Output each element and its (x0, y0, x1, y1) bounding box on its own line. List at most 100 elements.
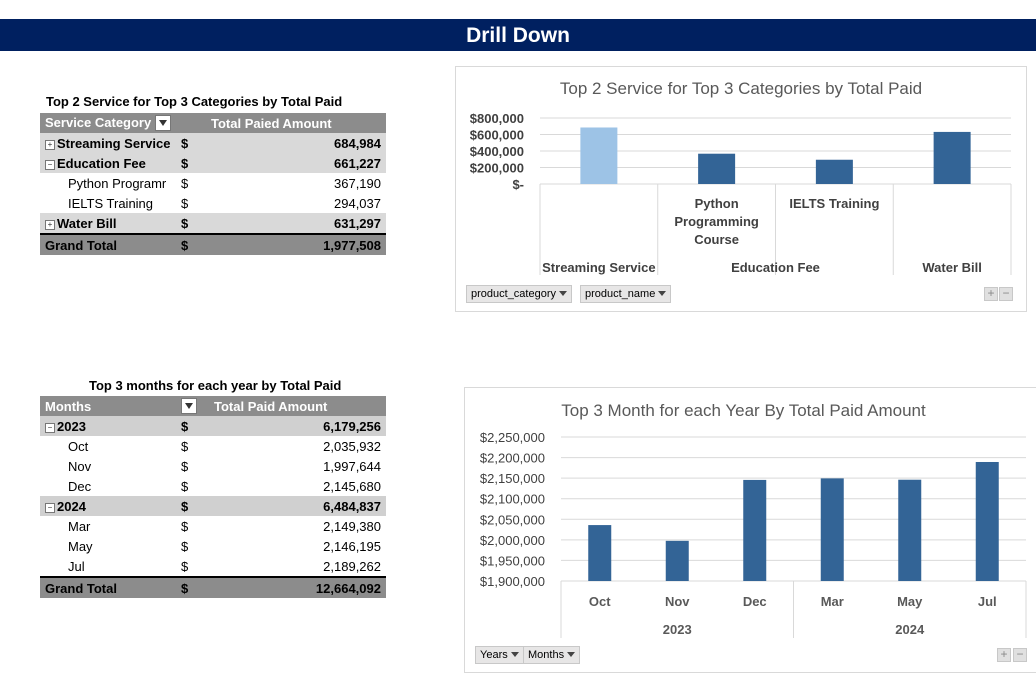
grand-total-row: Grand Total $12,664,092 (40, 576, 386, 598)
expand-icon[interactable]: + (45, 139, 55, 150)
pivot-group-row[interactable]: + Water Bill $631,297 (40, 213, 386, 234)
row-value: 367,190 (206, 173, 386, 193)
currency-symbol: $ (176, 516, 206, 536)
collapse-icon[interactable]: − (45, 422, 55, 433)
row-label: Mar (40, 516, 176, 536)
outer-category-label: Streaming Service (542, 260, 655, 275)
x-tick-label: IELTS Training (789, 196, 879, 211)
grand-total-value: 1,977,508 (206, 233, 386, 255)
bar[interactable] (743, 479, 767, 581)
bar[interactable] (975, 461, 999, 581)
pivot-item-row[interactable]: Dec $2,145,680 (40, 476, 386, 496)
row-label: Jul (40, 556, 176, 577)
currency-symbol: $ (176, 476, 206, 496)
y-tick-label: $1,900,000 (480, 574, 545, 589)
pivot-header-blank (176, 396, 206, 416)
filter-dropdown-icon[interactable] (154, 115, 171, 132)
bar[interactable] (580, 127, 618, 184)
pivot-item-row[interactable]: Mar $2,149,380 (40, 516, 386, 536)
y-tick-label: $1,950,000 (480, 553, 545, 568)
row-label: Nov (40, 456, 176, 476)
field-button-product-name[interactable]: product_name (580, 285, 672, 303)
bar[interactable] (588, 525, 612, 581)
bar[interactable] (933, 131, 971, 184)
pivot-item-row[interactable]: Nov $1,997,644 (40, 456, 386, 476)
chart2-svg: $2,250,000 $2,200,000 $2,150,000 $2,100,000… (480, 430, 1027, 638)
x-tick-label: Nov (665, 594, 690, 609)
pivot-header-row: Service Category Total Paied Amount (40, 113, 386, 133)
y-tick-label: $2,250,000 (480, 430, 545, 445)
currency-symbol: $ (176, 133, 206, 153)
currency-symbol: $ (176, 576, 206, 598)
pivot-table-services[interactable]: Service Category Total Paied Amount + Stre… (40, 113, 386, 255)
pivot-group-row[interactable]: + Streaming Service $684,984 (40, 133, 386, 153)
pivot-header-label: Service Category (40, 113, 176, 133)
currency-symbol: $ (176, 416, 206, 436)
pivot-item-row[interactable]: May $2,146,195 (40, 536, 386, 556)
collapse-field-button[interactable]: − (1013, 648, 1027, 662)
bar[interactable] (665, 540, 689, 581)
row-value: 6,484,837 (206, 496, 386, 516)
grand-total-label: Grand Total (40, 576, 176, 598)
expand-field-button[interactable]: + (997, 648, 1011, 662)
expand-icon[interactable]: + (45, 219, 55, 230)
pivot-item-row[interactable]: IELTS Training $294,037 (40, 193, 386, 213)
x-tick-label: Mar (821, 594, 844, 609)
chart-months[interactable]: Top 3 Month for each Year By Total Paid … (464, 387, 1036, 673)
outer-category-label: Water Bill (922, 260, 981, 275)
y-tick-label: $2,100,000 (480, 492, 545, 507)
row-value: 2,189,262 (206, 556, 386, 577)
row-label-text: Streaming Service (57, 135, 171, 151)
row-label-text: Education Fee (57, 155, 146, 171)
pivot-item-row[interactable]: Oct $2,035,932 (40, 436, 386, 456)
x-tick-label: Dec (743, 594, 767, 609)
row-label: + Streaming Service (40, 133, 176, 153)
pivot-item-row[interactable]: Jul $2,189,262 (40, 556, 386, 577)
filter-dropdown-icon[interactable] (181, 398, 197, 415)
pivot-table-months[interactable]: Months Total Paid Amount −2023 $6,179,256 Oc… (40, 396, 386, 598)
header-col1-text: Service Category (45, 114, 152, 130)
pivot-header-row: Months Total Paid Amount (40, 396, 386, 416)
row-value: 2,146,195 (206, 536, 386, 556)
row-label: − Education Fee (40, 153, 176, 173)
y-tick-label: $- (512, 177, 524, 192)
y-tick-label: $2,050,000 (480, 512, 545, 527)
currency-symbol: $ (176, 456, 206, 476)
x-tick-label: May (897, 594, 923, 609)
field-button-years[interactable]: Years (475, 646, 524, 664)
row-value: 2,145,680 (206, 476, 386, 496)
x-tick-label: Jul (978, 594, 997, 609)
collapse-icon[interactable]: − (45, 159, 55, 170)
row-label: Dec (40, 476, 176, 496)
collapse-icon[interactable]: − (45, 502, 55, 513)
row-value: 631,297 (206, 213, 386, 234)
header-col2-text: Total Paid Amount (214, 398, 328, 414)
pivot-group-row[interactable]: −2023 $6,179,256 (40, 416, 386, 436)
pivot-group-row[interactable]: − Education Fee $661,227 (40, 153, 386, 173)
x-tick-label: Oct (589, 594, 611, 609)
year-group-label: 2023 (663, 622, 692, 637)
bar[interactable] (820, 478, 844, 581)
row-value: 661,227 (206, 153, 386, 173)
y-tick-label: $400,000 (470, 144, 524, 159)
pivot-item-row[interactable]: Python Programr $367,190 (40, 173, 386, 193)
pivot-header-blank (176, 113, 206, 133)
collapse-field-button[interactable]: − (999, 287, 1013, 301)
field-button-months[interactable]: Months (523, 646, 581, 664)
expand-field-button[interactable]: + (984, 287, 998, 301)
page-title: Drill Down (466, 24, 570, 47)
row-label: May (40, 536, 176, 556)
bar[interactable] (898, 479, 922, 581)
pivot-header-value: Total Paid Amount (206, 396, 386, 416)
x-tick-label: Programming (674, 214, 759, 229)
bar[interactable] (815, 159, 853, 184)
bar[interactable] (698, 153, 736, 184)
field-button-product-category[interactable]: product_category (466, 285, 572, 303)
chart-services[interactable]: Top 2 Service for Top 3 Categories by To… (455, 66, 1027, 312)
currency-symbol: $ (176, 536, 206, 556)
pivot-group-row[interactable]: −2024 $6,484,837 (40, 496, 386, 516)
grand-total-value: 12,664,092 (206, 576, 386, 598)
y-tick-label: $800,000 (470, 111, 524, 126)
currency-symbol: $ (176, 233, 206, 255)
currency-symbol: $ (176, 496, 206, 516)
